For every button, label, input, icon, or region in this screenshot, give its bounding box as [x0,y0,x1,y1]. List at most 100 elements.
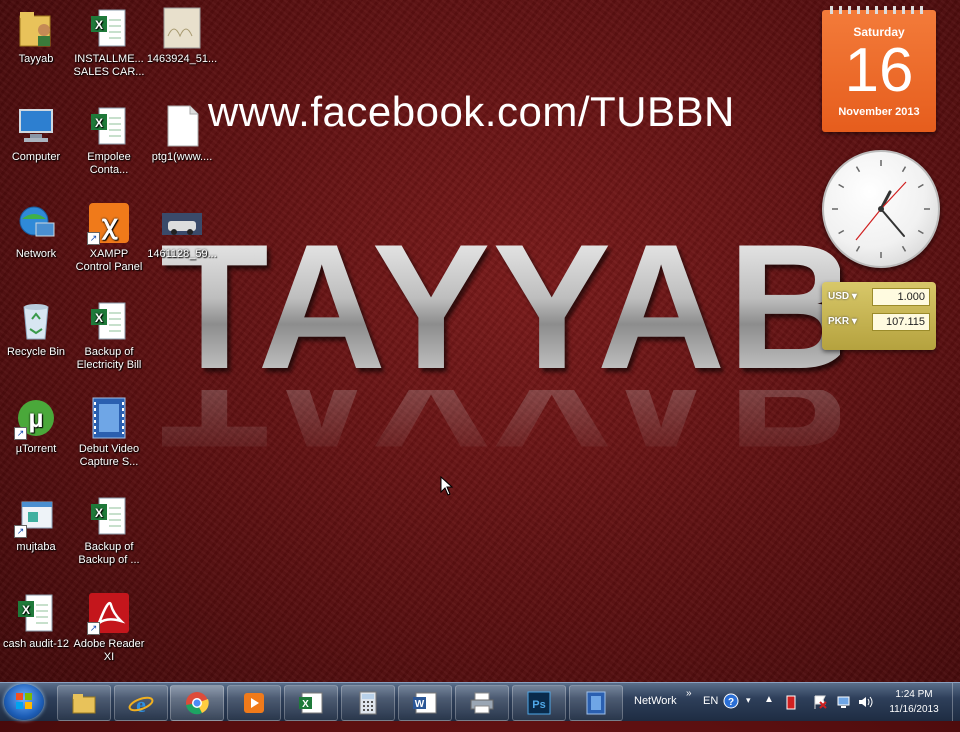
input-options-icon[interactable]: ▾ [746,695,751,706]
svg-text:X: X [95,311,103,325]
svg-text:Ps: Ps [532,699,545,711]
icon-label: Empolee Conta... [87,151,131,176]
desktop-icon-utorrent[interactable]: µ ↗ µTorrent [0,396,72,456]
recycle-bin-icon [14,299,58,343]
svg-text:X: X [302,699,309,710]
icon-label: mujtaba [16,541,56,553]
taskbar-printer-button[interactable] [455,685,509,721]
desktop-icon-recycle-bin[interactable]: Recycle Bin [0,299,72,359]
windows-logo-icon [16,693,32,709]
icon-label: 1461128_59... [147,248,217,260]
film-strip-icon [583,691,609,715]
currency-converter-gadget[interactable]: USD ▾ 1.000 PKR ▾ 107.115 [822,282,936,350]
desktop-icon-installment-sales[interactable]: X INSTALLME... SALES CAR... [73,6,145,79]
film-strip-icon [87,396,131,440]
taskbar-excel-button[interactable]: X [284,685,338,721]
shortcut-arrow-icon: ↗ [14,525,27,538]
icon-label: Backup of Backup of ... [78,541,140,566]
calendar-rings [830,6,928,14]
application-window-icon: ↗ [14,494,58,538]
desktop-icon-backup-of-backup[interactable]: X Backup of Backup of ... [73,494,145,567]
currency-to-row: PKR ▾ 107.115 [828,313,930,331]
svg-text:ꭓ: ꭓ [101,209,119,240]
desktop-icon-image-1463924[interactable]: 1463924_51... [146,6,218,66]
calendar-day-number: 16 [844,36,914,105]
icon-label: INSTALLME... SALES CAR... [73,53,145,78]
icon-label: Network [15,248,57,260]
action-center-flag-icon[interactable] [812,694,828,732]
taskbar-video-capture-button[interactable] [569,685,623,721]
currency-from-value-input[interactable]: 1.000 [872,288,930,306]
show-hidden-icons[interactable]: ▲ [764,694,774,705]
desktop-icon-ptg1[interactable]: ptg1(www.... [146,104,218,164]
chrome-icon [184,691,210,715]
taskbar-explorer-button[interactable] [57,685,111,721]
utorrent-icon: µ ↗ [14,396,58,440]
word-icon: W [412,691,438,715]
network-toolbar-label[interactable]: NetWork [634,695,677,707]
desktop-icon-xampp[interactable]: ꭓ ↗ XAMPP Control Panel [73,201,145,274]
icon-label: Adobe Reader XI [73,638,145,663]
clock-date: 11/16/2013 [889,704,939,715]
clock-gadget[interactable] [822,150,940,268]
computer-icon [14,104,58,148]
xampp-icon: ꭓ ↗ [87,201,131,245]
icon-label: Recycle Bin [6,346,66,358]
desktop-icon-empolee-conta[interactable]: X Empolee Conta... [73,104,145,177]
taskbar-calculator-button[interactable] [341,685,395,721]
currency-from-row: USD ▾ 1.000 [828,288,930,306]
show-desktop-button[interactable] [952,683,960,721]
taskbar-word-button[interactable]: W [398,685,452,721]
desktop-icon-tayyab-folder[interactable]: Tayyab [0,6,72,66]
svg-text:e: e [136,692,146,715]
desktop-icon-mujtaba[interactable]: ↗ mujtaba [0,494,72,554]
volume-icon[interactable] [857,694,873,732]
toolbar-expand-icon[interactable]: » [686,688,692,699]
taskbar-chrome-button[interactable] [170,685,224,721]
language-indicator[interactable]: EN [703,695,718,707]
currency-to-value-input[interactable]: 107.115 [872,313,930,331]
desktop-icon-cash-audit[interactable]: X cash audit-12 [0,591,72,651]
excel-icon: X [298,691,324,715]
svg-text:X: X [95,116,103,130]
network-status-icon[interactable] [836,694,852,732]
taskbar-photoshop-button[interactable]: Ps [512,685,566,721]
excel-file-icon: X [87,104,131,148]
printer-icon [469,691,495,715]
shortcut-arrow-icon: ↗ [87,622,100,635]
svg-text:W: W [415,699,425,710]
currency-from-code-dropdown[interactable]: USD ▾ [828,291,857,302]
calendar-month-year: November 2013 [838,106,920,118]
battery-red-icon[interactable] [785,694,797,732]
watermark-url: www.facebook.com/TUBBN [208,88,735,135]
desktop-icon-computer[interactable]: Computer [0,104,72,164]
svg-text:X: X [95,18,103,32]
system-clock[interactable]: 1:24 PM 11/16/2013 [878,687,950,717]
excel-file-icon: X [87,494,131,538]
photoshop-icon: Ps [526,691,552,715]
user-folder-icon [14,6,58,50]
mouse-cursor-icon [440,475,454,496]
excel-file-icon: X [87,299,131,343]
icon-label: µTorrent [15,443,57,455]
desktop-icon-adobe-reader[interactable]: ↗ Adobe Reader XI [73,591,145,664]
taskbar-media-player-button[interactable] [227,685,281,721]
image-thumbnail-icon [160,201,204,245]
desktop-icon-image-1461128[interactable]: 1461128_59... [146,201,218,261]
calendar-gadget[interactable]: Saturday 16 November 2013 [822,6,936,132]
desktop-icon-debut-video[interactable]: Debut Video Capture S... [73,396,145,469]
blank-file-icon [160,104,204,148]
currency-to-code-dropdown[interactable]: PKR ▾ [828,316,857,327]
wallpaper-title: TAYYAB [160,207,858,406]
desktop-icon-backup-electricity[interactable]: X Backup of Electricity Bill [73,299,145,372]
desktop-icon-network[interactable]: Network [0,201,72,261]
help-icon[interactable]: ? [723,693,739,731]
image-thumbnail-icon [160,6,204,50]
start-button[interactable] [4,684,44,720]
icon-label: Debut Video Capture S... [78,443,140,468]
taskbar-internet-explorer-button[interactable]: e [114,685,168,721]
icon-label: XAMPP Control Panel [75,248,143,273]
svg-text:?: ? [728,697,734,708]
wallpaper-title-reflection: TAYYAB [160,390,840,470]
icon-label: Computer [11,151,61,163]
